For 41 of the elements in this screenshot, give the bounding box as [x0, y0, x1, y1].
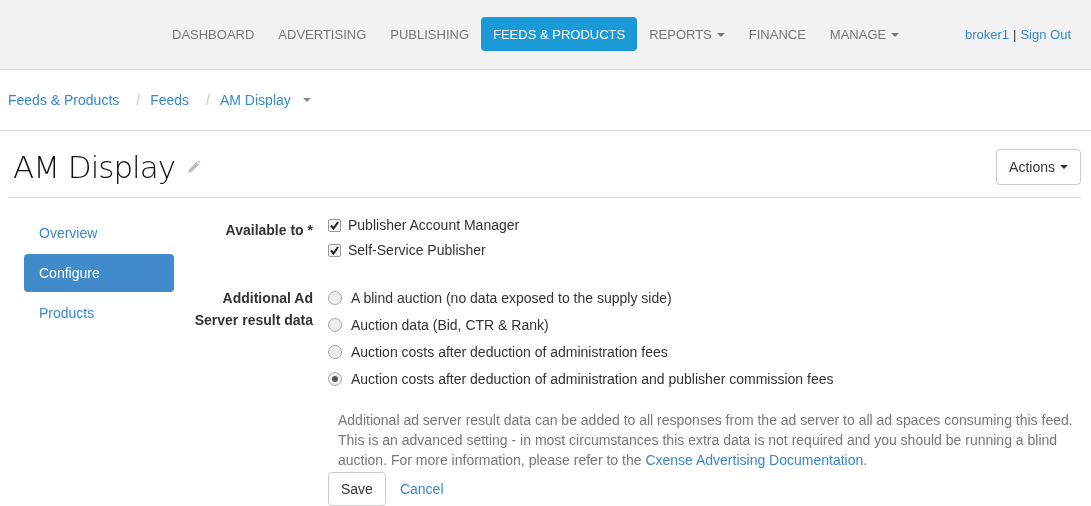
sidebar-item[interactable]: Configure	[24, 254, 174, 292]
nav-tab[interactable]: FINANCE	[736, 17, 818, 52]
separator: |	[1013, 27, 1017, 42]
checkbox[interactable]	[328, 218, 341, 232]
field-label: Available to *	[225, 222, 313, 238]
radio-label: Auction costs after deduction of administration and publisher commission fees	[351, 370, 834, 389]
save-button[interactable]: Save	[328, 472, 386, 506]
caret-icon	[716, 32, 725, 37]
radio-button[interactable]	[328, 318, 342, 332]
breadcrumb-separator: /	[135, 92, 142, 108]
sign-out-link[interactable]: Sign Out	[1020, 27, 1071, 42]
checkbox-label: Self-Service Publisher	[348, 241, 486, 260]
breadcrumb-separator: /	[205, 92, 211, 108]
actions-button[interactable]: Actions	[996, 149, 1081, 185]
sidebar-item[interactable]: Products	[24, 294, 174, 332]
field-label: Additional Ad Server result data	[194, 290, 313, 328]
sidebar-item[interactable]: Overview	[24, 214, 174, 252]
pencil-icon[interactable]	[187, 160, 202, 174]
cancel-link[interactable]: Cancel	[399, 481, 444, 497]
nav-tab[interactable]: ADVERTISING	[266, 17, 379, 52]
nav-tab[interactable]: DASHBOARD	[160, 17, 267, 52]
help-text: Additional ad server result data can be added to all responses from the ad server to all ad spaces consuming this feed. This is an advanced setting - in most circumstances this extra data is not required and you should be running a blind auction. For more information, please refer to the Cxense Advertising Documentation.	[338, 411, 1074, 470]
caret-icon[interactable]	[302, 98, 311, 102]
page-title: AM Display	[13, 149, 176, 185]
caret-icon	[891, 32, 900, 37]
nav-tab[interactable]: FEEDS & PRODUCTS	[481, 17, 638, 51]
nav-tab[interactable]: PUBLISHING	[378, 17, 481, 52]
checkbox[interactable]	[328, 243, 341, 257]
radio-button[interactable]	[328, 372, 342, 386]
breadcrumb-link[interactable]: AM Display	[220, 92, 311, 108]
username-link[interactable]: broker1	[964, 27, 1009, 42]
nav-tab[interactable]: REPORTS	[637, 17, 737, 52]
breadcrumb-link[interactable]: Feeds & Products	[8, 92, 120, 108]
radio-label: Auction costs after deduction of administration fees	[351, 343, 668, 362]
radio-label: Auction data (Bid, CTR & Rank)	[351, 316, 549, 335]
checkbox-label: Publisher Account Manager	[348, 216, 520, 235]
breadcrumb-link[interactable]: Feeds	[150, 92, 190, 108]
radio-button[interactable]	[328, 345, 342, 359]
nav-tab[interactable]: MANAGE	[817, 17, 912, 52]
radio-button[interactable]	[328, 291, 342, 305]
radio-label: A blind auction (no data exposed to the supply side)	[351, 289, 672, 308]
